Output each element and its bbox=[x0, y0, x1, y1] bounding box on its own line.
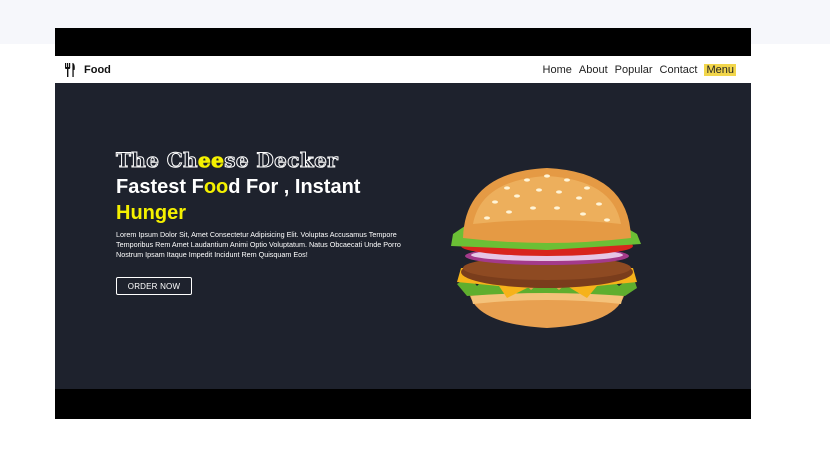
hero-section: The Cheese Decker Fastest Food For , Ins… bbox=[55, 83, 751, 389]
nav-link-contact[interactable]: Contact bbox=[660, 64, 698, 76]
nav-link-menu[interactable]: Menu bbox=[704, 63, 736, 76]
nav-links: Home About Popular Contact Menu bbox=[543, 63, 736, 76]
burger-image bbox=[447, 164, 647, 334]
hero-headline: Fastest Food For , Instant Hunger bbox=[116, 174, 436, 226]
headline-highlight: oo bbox=[203, 176, 229, 198]
order-now-button[interactable]: ORDER NOW bbox=[116, 277, 192, 296]
brand-name: Food bbox=[84, 63, 111, 76]
headline-line-2: Hunger bbox=[116, 202, 186, 224]
title-part-1: The Ch bbox=[116, 148, 199, 172]
letterbox-bottom bbox=[55, 389, 751, 419]
navbar: Food Home About Popular Contact Menu bbox=[55, 56, 751, 83]
letterbox-top bbox=[55, 28, 751, 56]
title-highlight: ee bbox=[197, 148, 225, 172]
hero-brand-title: The Cheese Decker bbox=[116, 148, 436, 172]
brand[interactable]: Food bbox=[64, 62, 111, 77]
headline-part-2: d For , Instant bbox=[228, 176, 361, 198]
headline-part-1: Fastest F bbox=[116, 176, 204, 198]
nav-link-about[interactable]: About bbox=[579, 64, 608, 76]
nav-link-home[interactable]: Home bbox=[543, 64, 572, 76]
title-part-2: se Decker bbox=[224, 148, 339, 172]
hero-description: Lorem Ipsum Dolor Sit, Amet Consectetur … bbox=[116, 230, 401, 259]
nav-link-popular[interactable]: Popular bbox=[615, 64, 653, 76]
hero-text: The Cheese Decker Fastest Food For , Ins… bbox=[116, 148, 436, 296]
video-frame: Food Home About Popular Contact Menu The… bbox=[55, 28, 751, 419]
fork-knife-icon bbox=[64, 62, 76, 77]
